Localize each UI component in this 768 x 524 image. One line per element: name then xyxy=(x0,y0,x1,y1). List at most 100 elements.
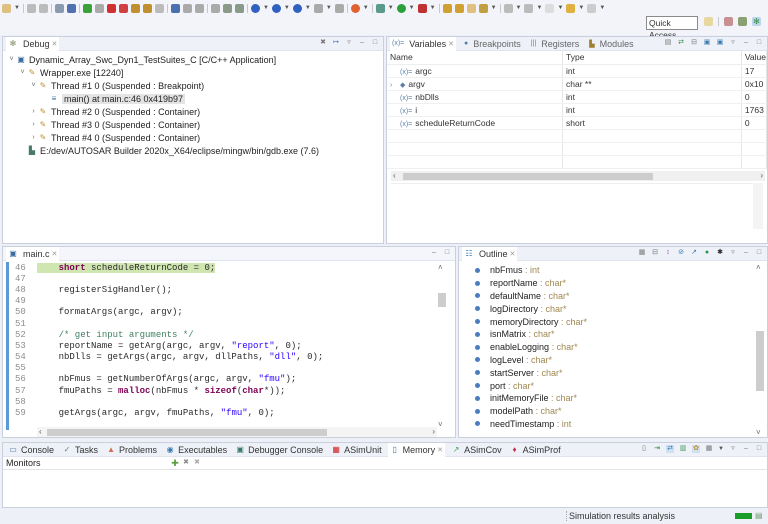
column-header-type[interactable]: Type xyxy=(562,51,742,65)
variable-row[interactable]: (x)= nbDlls int 0 xyxy=(387,90,768,104)
run-config-icon[interactable] xyxy=(417,3,427,13)
outline-item[interactable]: logDirectory : char* xyxy=(459,302,767,315)
tab-breakpoints[interactable]: ● Breakpoints xyxy=(462,37,523,51)
outline-item[interactable]: nbFmus : int xyxy=(459,264,767,277)
next-annotation-icon[interactable] xyxy=(250,3,260,13)
chevron-down-icon[interactable]: ˅ xyxy=(18,69,27,76)
close-icon[interactable]: ✕ xyxy=(52,250,58,258)
code-line[interactable]: 48 registerSigHandler(); xyxy=(7,284,439,295)
outline-item[interactable]: isnMatrix : char* xyxy=(459,328,767,341)
code-line[interactable]: 49 xyxy=(7,296,439,307)
chevron-down-icon[interactable]: ▼ xyxy=(557,5,563,11)
tab-console[interactable]: ▭ Console xyxy=(6,443,56,457)
outline-vscrollbar[interactable]: ˄ ˅ xyxy=(755,263,765,437)
pin-icon[interactable] xyxy=(478,3,488,13)
code-line[interactable]: 54 nbDlls = getArgs(argc, argv, dllPaths… xyxy=(7,352,439,363)
view-menu-icon[interactable]: ▿ xyxy=(345,39,353,47)
chevron-down-icon[interactable]: ▼ xyxy=(326,5,332,11)
tab-problems[interactable]: ▲ Problems xyxy=(104,443,159,457)
clean-icon[interactable] xyxy=(234,3,244,13)
tab-executables[interactable]: ◉ Executables xyxy=(163,443,229,457)
comment-icon[interactable] xyxy=(545,3,555,13)
minimize-icon[interactable]: – xyxy=(430,249,438,257)
close-icon[interactable]: ✕ xyxy=(52,40,58,48)
variable-row[interactable]: (x)= scheduleReturnCode short 0 xyxy=(387,116,768,130)
add-monitor-icon[interactable]: ✚ xyxy=(171,459,179,468)
view-menu-icon[interactable]: ▿ xyxy=(729,249,737,257)
maximize-icon[interactable]: □ xyxy=(755,445,763,453)
variable-value[interactable]: 1763 xyxy=(741,103,768,117)
code-line[interactable]: 50 formatArgs(argc, argv); xyxy=(7,307,439,318)
code-line[interactable]: 51 xyxy=(7,318,439,329)
search-icon[interactable] xyxy=(334,3,344,13)
code-line[interactable]: 59 getArgs(argc, argv, fmuPaths, "fmu", … xyxy=(7,407,439,418)
outline-item[interactable]: enableLogging : char* xyxy=(459,341,767,354)
chevron-down-icon[interactable]: ▼ xyxy=(718,446,724,452)
variables-hscrollbar[interactable]: ‹ › xyxy=(391,171,765,181)
toggle-layout-icon[interactable]: ▦ xyxy=(705,445,713,453)
outline-item[interactable]: port : char* xyxy=(459,379,767,392)
outline-item[interactable]: reportName : char* xyxy=(459,277,767,290)
outline-item[interactable]: needTimestamp : int xyxy=(459,418,767,431)
scroll-left-icon[interactable]: ‹ xyxy=(39,427,42,437)
tab-asimcov[interactable]: ↗ ASimCov xyxy=(449,443,504,457)
open-file-icon[interactable] xyxy=(466,3,476,13)
scroll-down-icon[interactable]: ˅ xyxy=(756,428,761,437)
collapse-all-icon[interactable]: ⊟ xyxy=(651,249,659,257)
use-step-filters-icon[interactable] xyxy=(194,3,204,13)
link-icon[interactable] xyxy=(66,3,76,13)
chevron-down-icon[interactable]: ▼ xyxy=(263,5,269,11)
print-icon[interactable] xyxy=(54,3,64,13)
warning-icon[interactable] xyxy=(350,3,360,13)
code-line[interactable]: 52 /* get input arguments */ xyxy=(7,329,439,340)
view-menu-icon[interactable]: ▿ xyxy=(729,445,737,453)
instruction-step-icon[interactable] xyxy=(170,3,180,13)
scroll-up-icon[interactable]: ˄ xyxy=(438,263,443,272)
outline-item[interactable]: startServer : char* xyxy=(459,366,767,379)
step-into-icon[interactable] xyxy=(130,3,140,13)
hide-static-icon[interactable]: ⊘ xyxy=(677,249,685,257)
last-edit-icon[interactable] xyxy=(503,3,513,13)
outline-item[interactable]: defaultName : char* xyxy=(459,290,767,303)
chevron-down-icon[interactable]: ▼ xyxy=(578,5,584,11)
chevron-right-icon[interactable]: › xyxy=(29,121,38,128)
close-icon[interactable]: ✕ xyxy=(448,40,454,48)
annotation-icon[interactable] xyxy=(524,3,534,13)
show-type-names-icon[interactable]: ▤ xyxy=(664,39,672,47)
group-includes-icon[interactable]: ✱ xyxy=(716,249,724,257)
code-line[interactable]: 58 xyxy=(7,396,439,407)
tab-debug[interactable]: ✻ Debug ✕ xyxy=(6,36,60,51)
detail-pane[interactable] xyxy=(391,183,753,229)
open-perspective-icon[interactable] xyxy=(704,17,713,26)
tab-debugger-console[interactable]: ▣ Debugger Console xyxy=(233,443,325,457)
prev-annotation-icon[interactable] xyxy=(271,3,281,13)
cpp-perspective-icon[interactable] xyxy=(724,17,733,26)
collapse-all-icon[interactable]: ⊟ xyxy=(690,39,698,47)
toggle-split-icon[interactable]: ▥ xyxy=(679,445,687,453)
step-mode-icon[interactable]: ↦ xyxy=(332,39,340,47)
editor-vscrollbar[interactable]: ˄ ˅ xyxy=(437,263,447,429)
chevron-down-icon[interactable]: ▼ xyxy=(284,5,290,11)
chevron-down-icon[interactable]: ▼ xyxy=(409,5,415,11)
chevron-down-icon[interactable]: ▼ xyxy=(516,5,522,11)
outline-item[interactable]: initMemoryFile : char* xyxy=(459,392,767,405)
chevron-right-icon[interactable]: › xyxy=(29,134,38,141)
new-rendering-icon[interactable]: ▯ xyxy=(640,445,648,453)
chevron-down-icon[interactable]: ˅ xyxy=(29,82,38,89)
remove-global-icon[interactable]: ▣ xyxy=(716,39,724,47)
save-all-icon[interactable] xyxy=(38,3,48,13)
hide-fields-icon[interactable]: ▦ xyxy=(638,249,646,257)
minimize-icon[interactable]: – xyxy=(742,445,750,453)
open-folder-icon[interactable] xyxy=(454,3,464,13)
close-icon[interactable]: ✕ xyxy=(510,250,516,258)
minimize-icon[interactable]: – xyxy=(742,39,750,47)
back-icon[interactable] xyxy=(566,3,576,13)
tab-asimprof[interactable]: ♦ ASimProf xyxy=(508,443,563,457)
detail-pane-vscrollbar[interactable] xyxy=(753,183,763,229)
tab-asimunit[interactable]: ▦ ASimUnit xyxy=(329,443,384,457)
column-header-value[interactable]: Value xyxy=(741,51,768,65)
chevron-down-icon[interactable]: ▼ xyxy=(536,5,542,11)
chevron-down-icon[interactable]: ▼ xyxy=(388,5,394,11)
chevron-down-icon[interactable]: ▼ xyxy=(599,5,605,11)
variable-value[interactable]: 0 xyxy=(741,90,768,104)
